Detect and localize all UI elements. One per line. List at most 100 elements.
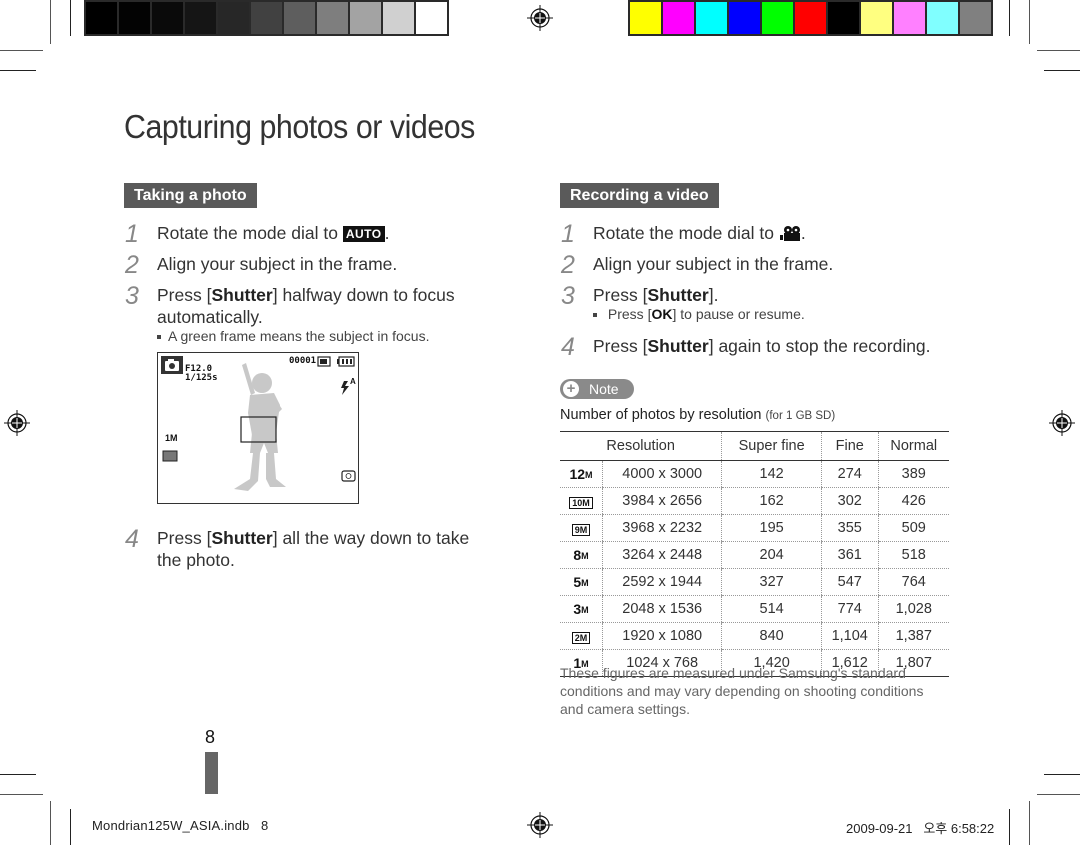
color-swatch <box>960 2 991 34</box>
resolution-size-icon: 2M <box>560 622 603 650</box>
video-step-3-bullet: Press [OK] to pause or resume. <box>593 306 805 322</box>
fine-cell: 361 <box>820 541 879 569</box>
color-swatch <box>894 2 925 34</box>
table-row: 5M 2592 x 1944 327 547 764 <box>560 568 949 596</box>
crop-mark <box>1029 0 1030 44</box>
file-slug: Mondrian125W_ASIA.indb 8 <box>92 818 269 833</box>
registration-mark-icon <box>527 812 553 838</box>
photo-step-1: 1 Rotate the mode dial to AUTO. <box>125 220 390 248</box>
header-normal: Normal <box>877 431 949 461</box>
normal-cell: 1,387 <box>877 622 949 650</box>
table-row: 10M 3984 x 2656 162 302 426 <box>560 487 949 515</box>
normal-cell: 518 <box>877 541 949 569</box>
video-step-4: 4 Press [Shutter] again to stop the reco… <box>561 333 931 361</box>
photo-step-2: 2 Align your subject in the frame. <box>125 251 398 279</box>
photo-step-3-bullet: A green frame means the subject in focus… <box>157 328 429 344</box>
crop-mark <box>1029 801 1030 845</box>
fine-cell: 774 <box>820 595 879 623</box>
header-fine: Fine <box>820 431 879 461</box>
video-step-2: 2 Align your subject in the frame. <box>561 251 834 279</box>
color-swatch <box>828 2 859 34</box>
color-swatch <box>696 2 727 34</box>
video-mode-icon <box>779 226 800 241</box>
shutter-speed-readout: 1/125s <box>185 373 218 383</box>
color-swatch <box>218 2 249 34</box>
shot-counter: 00001 <box>289 356 317 366</box>
crop-mark <box>0 774 36 775</box>
flash-mode-label: A <box>350 377 356 386</box>
camera-mode-icon <box>161 356 183 374</box>
normal-cell: 1,028 <box>877 595 949 623</box>
crop-mark <box>1009 809 1010 845</box>
battery-icon <box>337 356 355 367</box>
quality-icon <box>162 450 178 462</box>
page-tab-marker <box>205 752 218 794</box>
resolution-size-icon: 3M <box>560 595 603 623</box>
table-row: 2M 1920 x 1080 840 1,104 1,387 <box>560 622 949 650</box>
registration-mark-icon <box>4 410 30 436</box>
super-fine-cell: 514 <box>721 595 822 623</box>
registration-mark-icon <box>1049 410 1075 436</box>
photo-step-3: 3 Press [Shutter] halfway down to focus … <box>125 282 455 328</box>
resolution-table: Resolution Super fine Fine Normal 12M 400… <box>560 431 949 677</box>
fine-cell: 302 <box>820 487 879 515</box>
color-swatch <box>152 2 183 34</box>
page-title: Capturing photos or videos <box>124 108 475 145</box>
resolution-cell: 2592 x 1944 <box>601 568 722 596</box>
crop-mark <box>1044 774 1080 775</box>
table-row: 12M 4000 x 3000 142 274 389 <box>560 460 949 488</box>
resolution-size-icon: 10M <box>560 487 603 515</box>
normal-cell: 509 <box>877 514 949 542</box>
resolution-cell: 3984 x 2656 <box>601 487 722 515</box>
photo-size-indicator: 1M <box>165 433 178 443</box>
crop-mark <box>50 0 51 44</box>
photo-step-4: 4 Press [Shutter] all the way down to ta… <box>125 525 470 571</box>
crop-mark <box>0 50 43 51</box>
super-fine-cell: 840 <box>721 622 822 650</box>
header-resolution: Resolution <box>560 431 722 461</box>
normal-cell: 764 <box>877 568 949 596</box>
color-swatch <box>185 2 216 34</box>
video-step-1: 1 Rotate the mode dial to . <box>561 220 806 248</box>
color-swatch <box>350 2 381 34</box>
crop-mark <box>1037 794 1080 795</box>
crop-mark <box>70 0 71 36</box>
crop-mark <box>0 70 36 71</box>
table-row: 8M 3264 x 2448 204 361 518 <box>560 541 949 569</box>
color-swatch <box>861 2 892 34</box>
ok-button-icon: OK <box>651 306 673 322</box>
fine-cell: 274 <box>820 460 879 488</box>
auto-mode-icon: AUTO <box>342 226 385 242</box>
super-fine-cell: 162 <box>721 487 822 515</box>
normal-cell: 426 <box>877 487 949 515</box>
super-fine-cell: 327 <box>721 568 822 596</box>
grayscale-color-bar <box>84 0 449 36</box>
color-swatch <box>284 2 315 34</box>
normal-cell: 389 <box>877 460 949 488</box>
color-swatch <box>383 2 414 34</box>
crop-mark <box>70 809 71 845</box>
resolution-size-icon: 5M <box>560 568 603 596</box>
crop-mark <box>0 794 43 795</box>
fine-cell: 547 <box>820 568 879 596</box>
section-heading-taking-photo: Taking a photo <box>124 183 257 208</box>
color-swatch <box>795 2 826 34</box>
color-swatch <box>416 2 447 34</box>
color-swatch <box>729 2 760 34</box>
table-footnote: These figures are measured under Samsung… <box>560 665 924 717</box>
color-swatch <box>251 2 282 34</box>
resolution-size-icon: 8M <box>560 541 603 569</box>
color-swatch <box>630 2 661 34</box>
registration-mark-icon <box>527 5 553 31</box>
color-swatch <box>317 2 348 34</box>
color-swatch <box>119 2 150 34</box>
plus-icon: + <box>563 381 579 397</box>
flash-auto-icon <box>341 381 349 395</box>
resolution-cell: 4000 x 3000 <box>601 460 722 488</box>
video-step-3: 3 Press [Shutter]. <box>561 282 719 310</box>
memory-card-icon <box>317 356 331 367</box>
table-row: 9M 3968 x 2232 195 355 509 <box>560 514 949 542</box>
process-color-bar <box>628 0 993 36</box>
resolution-cell: 2048 x 1536 <box>601 595 722 623</box>
super-fine-cell: 195 <box>721 514 822 542</box>
